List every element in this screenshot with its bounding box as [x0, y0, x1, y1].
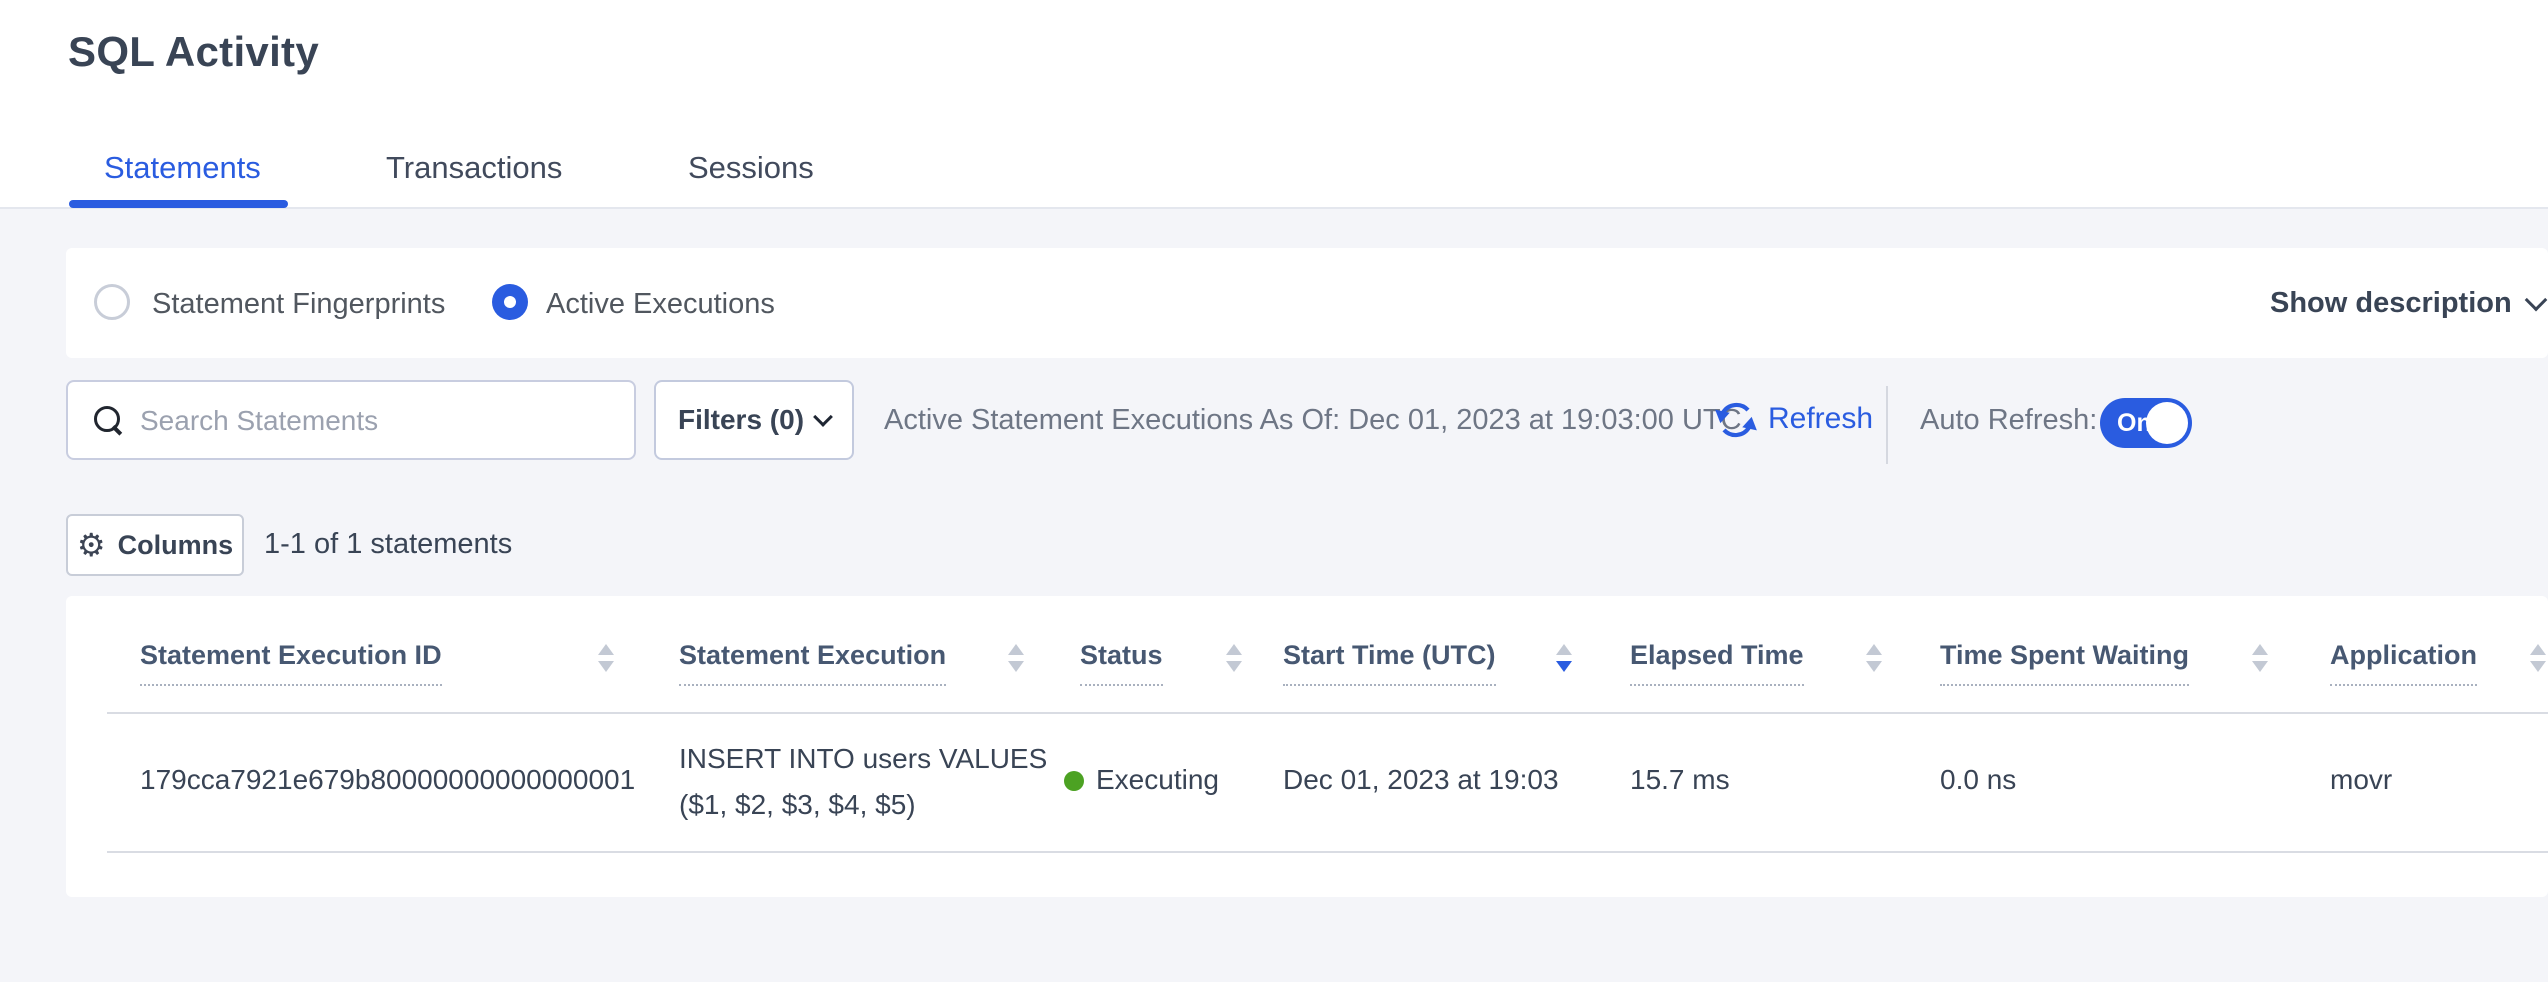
sql-activity-page: SQL Activity Statements Transactions Ses…	[0, 0, 2548, 982]
radio-statement-fingerprints[interactable]	[94, 284, 130, 320]
active-tab-underline	[69, 200, 288, 208]
chevron-down-icon	[813, 407, 833, 427]
row-divider	[107, 851, 2548, 853]
cell-execution-id[interactable]: 179cca7921e679b80000000000000001	[140, 764, 635, 796]
sort-icon[interactable]	[1866, 644, 1884, 674]
col-header-label: Statement Execution	[679, 640, 946, 686]
show-description-button[interactable]: Show description	[2270, 287, 2544, 320]
col-header-label: Elapsed Time	[1630, 640, 1804, 686]
cell-statement[interactable]: INSERT INTO users VALUES ($1, $2, $3, $4…	[679, 736, 1047, 828]
col-header-label: Time Spent Waiting	[1940, 640, 2189, 686]
radio-statement-fingerprints-label[interactable]: Statement Fingerprints	[152, 288, 445, 321]
col-header-label: Status	[1080, 640, 1163, 686]
as-of-timestamp: Active Statement Executions As Of: Dec 0…	[884, 404, 1742, 437]
gear-icon: ⚙	[77, 529, 106, 561]
search-box	[66, 380, 636, 460]
filters-button-label: Filters (0)	[678, 404, 804, 436]
result-count: 1-1 of 1 statements	[264, 528, 512, 561]
sort-icon[interactable]	[2530, 644, 2548, 674]
statements-table: Statement Execution ID Statement Executi…	[66, 596, 2548, 897]
refresh-label: Refresh	[1768, 402, 1873, 436]
columns-button-label: Columns	[118, 530, 234, 561]
filters-button[interactable]: Filters (0)	[654, 380, 854, 460]
sort-icon[interactable]	[1008, 644, 1026, 674]
search-input[interactable]	[138, 384, 622, 458]
sort-icon[interactable]	[598, 644, 616, 674]
tab-transactions[interactable]: Transactions	[386, 150, 562, 186]
col-header-time-spent-waiting[interactable]: Time Spent Waiting	[1940, 640, 2189, 686]
sort-icon[interactable]	[1226, 644, 1244, 674]
refresh-icon	[1712, 396, 1760, 444]
statement-line-2: ($1, $2, $3, $4, $5)	[679, 782, 1047, 828]
header-divider	[107, 712, 2548, 714]
search-icon	[94, 406, 120, 432]
tabs-divider	[0, 207, 2548, 209]
col-header-statement-execution-id[interactable]: Statement Execution ID	[140, 640, 442, 686]
chevron-down-icon	[2524, 289, 2547, 312]
cell-time-spent-waiting: 0.0 ns	[1940, 764, 2016, 796]
col-header-label: Application	[2330, 640, 2477, 686]
col-header-status[interactable]: Status	[1080, 640, 1163, 686]
statement-line-1: INSERT INTO users VALUES	[679, 736, 1047, 782]
col-header-elapsed-time[interactable]: Elapsed Time	[1630, 640, 1804, 686]
radio-active-executions[interactable]	[492, 284, 528, 320]
page-header-band	[0, 0, 2548, 208]
status-dot-icon	[1064, 771, 1084, 791]
col-header-start-time[interactable]: Start Time (UTC)	[1283, 640, 1496, 686]
toolbar-divider	[1886, 386, 1888, 464]
sort-icon[interactable]	[2252, 644, 2270, 674]
radio-active-executions-label[interactable]: Active Executions	[546, 288, 775, 321]
page-title: SQL Activity	[68, 28, 319, 76]
tab-statements[interactable]: Statements	[104, 150, 261, 186]
tab-statements-label: Statements	[104, 150, 261, 185]
col-header-label: Statement Execution ID	[140, 640, 442, 686]
col-header-application[interactable]: Application	[2330, 640, 2477, 686]
cell-elapsed-time: 15.7 ms	[1630, 764, 1730, 796]
tab-transactions-label: Transactions	[386, 150, 562, 185]
tab-sessions[interactable]: Sessions	[688, 150, 814, 186]
auto-refresh-label: Auto Refresh:	[1920, 404, 2097, 437]
show-description-label: Show description	[2270, 287, 2512, 319]
cell-start-time: Dec 01, 2023 at 19:03	[1283, 764, 1559, 796]
toggle-knob	[2146, 402, 2188, 444]
col-header-label: Start Time (UTC)	[1283, 640, 1496, 686]
columns-button[interactable]: ⚙ Columns	[66, 514, 244, 576]
tab-sessions-label: Sessions	[688, 150, 814, 185]
cell-application: movr	[2330, 764, 2392, 796]
sort-icon-active-desc[interactable]	[1556, 644, 1574, 674]
cell-status: Executing	[1096, 764, 1219, 796]
auto-refresh-toggle[interactable]: On	[2100, 398, 2192, 448]
col-header-statement-execution[interactable]: Statement Execution	[679, 640, 946, 686]
refresh-button[interactable]: Refresh	[1712, 396, 1760, 449]
